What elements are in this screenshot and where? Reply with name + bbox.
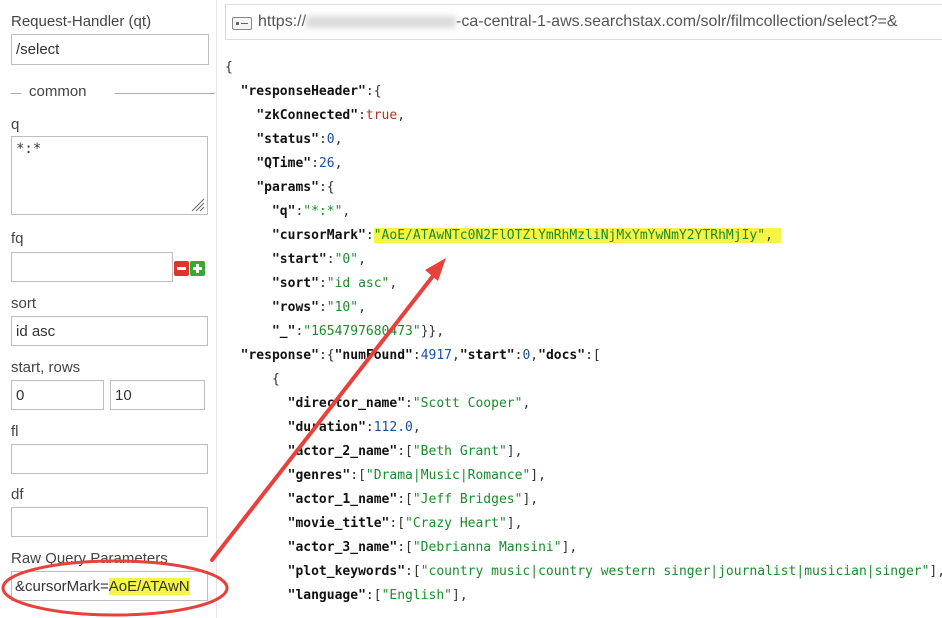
annotation-arrow [210,265,442,562]
arrow-head-icon [425,258,446,281]
annotation-overlay [1,258,446,617]
annotation-circle [1,559,229,617]
